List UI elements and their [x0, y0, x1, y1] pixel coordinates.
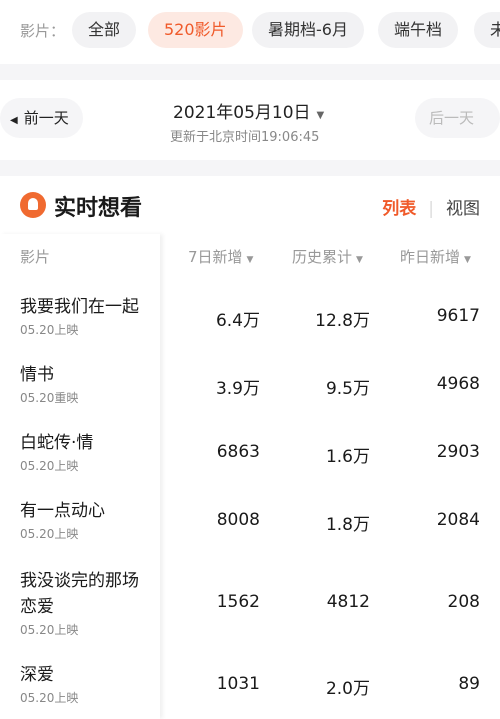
next-day-button[interactable]: 后一天 — [414, 98, 500, 138]
prev-day-button[interactable]: ◀ 前一天 — [0, 98, 83, 138]
sort-down-icon: ▼ — [356, 255, 363, 265]
release-date: 05.20上映 — [20, 527, 79, 541]
yesterday-new: 2903 — [436, 442, 480, 462]
chip-summer-june[interactable]: 暑期档-6月 — [252, 12, 364, 48]
movie-name: 我没谈完的那场 — [20, 571, 139, 591]
chip-520[interactable]: 520影片 — [148, 12, 243, 48]
week-new: 6863 — [216, 442, 260, 462]
yesterday-new: 208 — [447, 592, 480, 612]
date-label: 2021年05月10日 — [173, 103, 311, 123]
yesterday-new: 2084 — [436, 510, 480, 530]
total: 9.5万 — [325, 379, 370, 399]
header-total-label: 历史累计 — [292, 248, 353, 266]
update-time: 更新于北京时间19:06:45 — [170, 130, 320, 145]
week-new: 1031 — [216, 674, 260, 694]
header-week[interactable]: 7日新增 ▼ — [188, 246, 253, 267]
filter-label: 影片： — [20, 22, 66, 40]
date-selector[interactable]: 2021年05月10日 ▼ — [173, 98, 324, 123]
header-yesterday-label: 昨日新增 — [400, 248, 461, 266]
popcorn-icon — [20, 192, 46, 218]
filter-bar: 影片： 全部 520影片 暑期档-6月 端午档 未 — [0, 0, 500, 64]
chart-view-tab[interactable]: 视图 — [446, 199, 480, 219]
sort-down-icon: ▼ — [246, 255, 254, 265]
release-date: 05.20上映 — [20, 691, 79, 705]
movie-name: 有一点动心 — [20, 501, 105, 521]
total: 1.8万 — [325, 515, 370, 535]
release-date: 05.20上映 — [20, 623, 79, 637]
card-title: 实时想看 — [54, 196, 143, 221]
chip-all[interactable]: 全部 — [72, 12, 137, 48]
week-new: 8008 — [216, 510, 260, 530]
yesterday-new: 4968 — [436, 374, 480, 394]
movie-name: 情书 — [20, 365, 54, 385]
yesterday-new: 89 — [458, 674, 480, 694]
movie-name-line2: 恋爱 — [20, 597, 54, 617]
release-date: 05.20重映 — [20, 391, 79, 405]
header-yesterday[interactable]: 昨日新增 ▼ — [400, 246, 471, 267]
movie-name: 深爱 — [20, 665, 54, 685]
arrow-left-icon: ◀ — [10, 115, 18, 126]
list-view-tab[interactable]: 列表 — [382, 199, 416, 219]
date-bar: ◀ 前一天 2021年05月10日 ▼ 更新于北京时间19:06:45 后一天 — [0, 80, 500, 160]
week-new: 6.4万 — [215, 311, 260, 331]
divider: | — [428, 199, 434, 219]
realtime-want-card: 实时想看 列表 | 视图 影片 7日新增 ▼ 历史累计 ▼ 昨日新增 ▼ 我要我们在一起 … — [0, 176, 500, 719]
chip-more[interactable]: 未 — [474, 12, 500, 48]
prev-day-label: 前一天 — [23, 109, 69, 127]
week-new: 3.9万 — [215, 379, 260, 399]
caret-down-icon: ▼ — [316, 110, 325, 121]
week-new: 1562 — [216, 592, 260, 612]
release-date: 05.20上映 — [20, 323, 79, 337]
total: 4812 — [326, 592, 370, 612]
sort-down-icon: ▼ — [464, 255, 471, 265]
yesterday-new: 9617 — [436, 306, 480, 326]
header-total[interactable]: 历史累计 ▼ — [292, 246, 363, 267]
header-film: 影片 — [20, 248, 51, 266]
header-week-label: 7日新增 — [188, 248, 243, 266]
next-day-label: 后一天 — [428, 109, 474, 127]
movie-name: 白蛇传·情 — [20, 433, 94, 453]
total: 12.8万 — [315, 311, 370, 331]
chip-dragon-boat[interactable]: 端午档 — [378, 12, 459, 48]
movie-name: 我要我们在一起 — [20, 297, 139, 317]
total: 2.0万 — [325, 679, 370, 699]
view-toggle: 列表 | 视图 — [382, 194, 480, 219]
total: 1.6万 — [325, 447, 370, 467]
release-date: 05.20上映 — [20, 459, 79, 473]
